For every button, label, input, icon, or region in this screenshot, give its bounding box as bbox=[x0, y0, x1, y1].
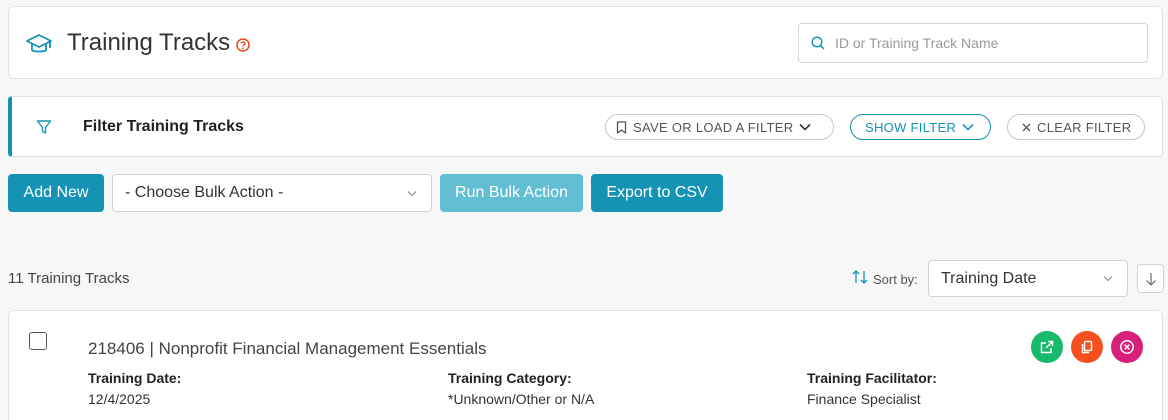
training-category-label: Training Category: bbox=[448, 370, 572, 386]
sort-direction-button[interactable] bbox=[1137, 264, 1164, 293]
sort-arrows-icon bbox=[852, 270, 868, 289]
sort-selected: Training Date bbox=[941, 269, 1037, 287]
graduation-cap-icon bbox=[25, 33, 53, 55]
filter-panel: Filter Training Tracks SAVE OR LOAD A FI… bbox=[8, 96, 1163, 157]
page-title: Training Tracks bbox=[67, 29, 231, 56]
training-facilitator-value: Finance Specialist bbox=[807, 391, 921, 407]
clear-filter-button[interactable]: CLEAR FILTER bbox=[1007, 114, 1145, 140]
sort-by-select[interactable]: Training Date bbox=[928, 260, 1128, 297]
bookmark-icon bbox=[616, 120, 627, 134]
save-load-filter-label: SAVE OR LOAD A FILTER bbox=[633, 119, 794, 135]
add-new-button[interactable]: Add New bbox=[8, 174, 104, 212]
chevron-down-icon bbox=[1103, 276, 1113, 282]
show-filter-button[interactable]: SHOW FILTER bbox=[850, 114, 991, 140]
search-icon bbox=[811, 36, 825, 50]
sort-label: Sort by: bbox=[873, 272, 918, 287]
copy-icon bbox=[1081, 340, 1093, 354]
copy-button[interactable] bbox=[1071, 331, 1103, 363]
training-track-title[interactable]: 218406 | Nonprofit Financial Management … bbox=[88, 339, 486, 359]
bulk-action-select[interactable]: - Choose Bulk Action - bbox=[112, 174, 432, 212]
delete-button[interactable] bbox=[1111, 331, 1143, 363]
list-item: 218406 | Nonprofit Financial Management … bbox=[8, 310, 1163, 420]
training-facilitator-label: Training Facilitator: bbox=[807, 370, 937, 386]
training-category-value: *Unknown/Other or N/A bbox=[448, 391, 595, 407]
export-csv-button[interactable]: Export to CSV bbox=[591, 174, 723, 212]
show-filter-label: SHOW FILTER bbox=[865, 119, 957, 135]
page-header: Training Tracks bbox=[8, 6, 1163, 79]
bulk-action-selected: - Choose Bulk Action - bbox=[125, 184, 284, 201]
search-input[interactable] bbox=[835, 32, 1135, 54]
close-icon bbox=[1022, 123, 1031, 131]
filter-title: Filter Training Tracks bbox=[83, 118, 244, 135]
search-box[interactable] bbox=[798, 23, 1148, 63]
result-count: 11 Training Tracks bbox=[8, 270, 130, 287]
training-date-label: Training Date: bbox=[88, 370, 182, 386]
arrow-down-icon bbox=[1146, 273, 1156, 286]
close-circle-icon bbox=[1120, 340, 1134, 354]
clear-filter-label: CLEAR FILTER bbox=[1037, 119, 1132, 135]
chevron-down-icon bbox=[962, 123, 974, 131]
run-bulk-action-button[interactable]: Run Bulk Action bbox=[440, 174, 583, 212]
training-date-value: 12/4/2025 bbox=[88, 391, 151, 407]
chevron-down-icon bbox=[407, 191, 417, 197]
row-select-checkbox[interactable] bbox=[29, 332, 47, 350]
open-button[interactable] bbox=[1031, 331, 1063, 363]
external-link-icon bbox=[1040, 340, 1054, 354]
help-circle-icon[interactable] bbox=[236, 38, 250, 52]
filter-funnel-icon bbox=[36, 119, 52, 140]
chevron-down-icon bbox=[799, 123, 811, 131]
save-load-filter-button[interactable]: SAVE OR LOAD A FILTER bbox=[605, 114, 834, 140]
